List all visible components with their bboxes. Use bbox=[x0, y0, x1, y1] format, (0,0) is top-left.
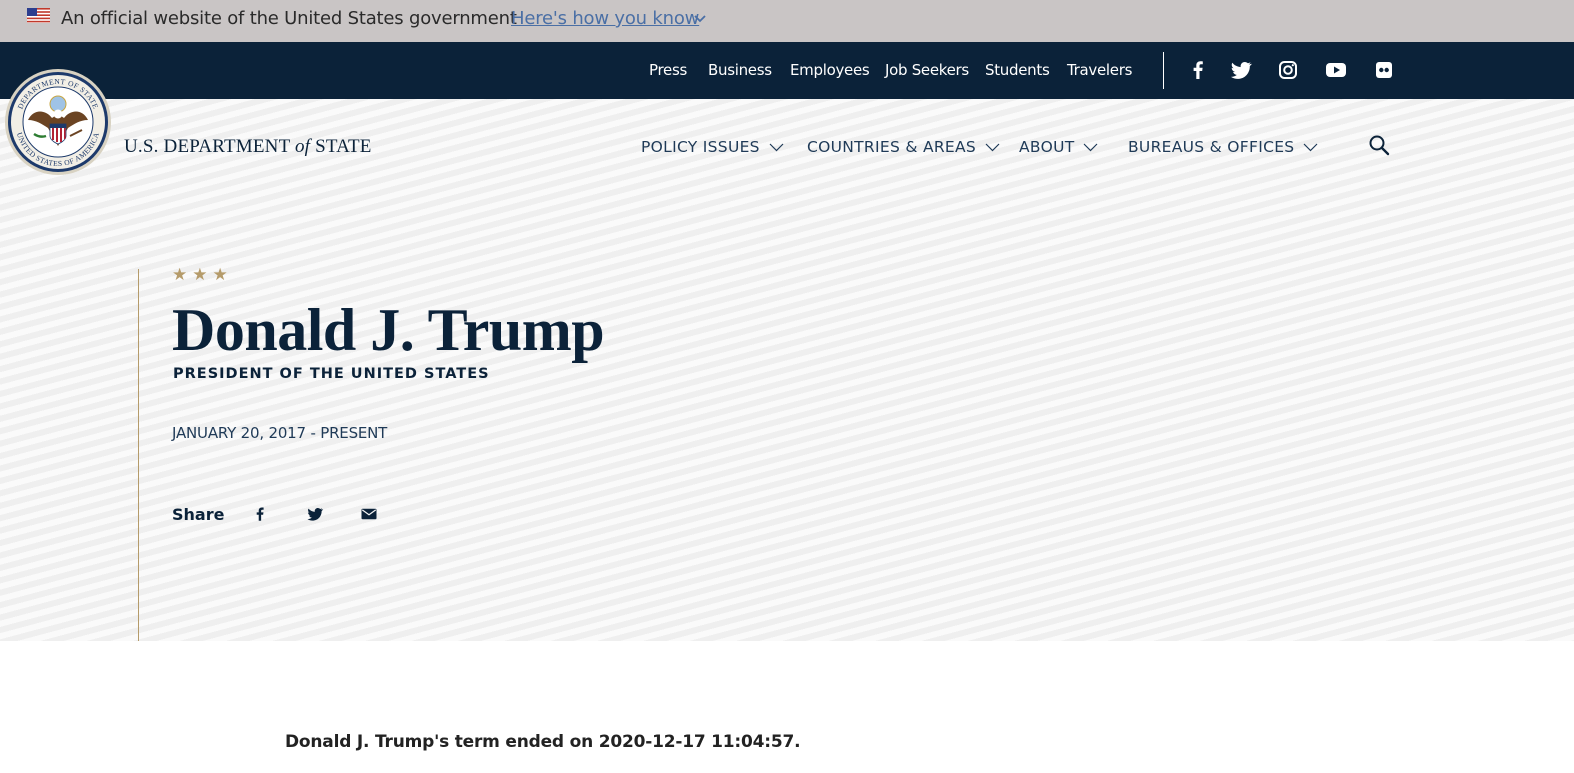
hero-accent-rule bbox=[138, 269, 139, 641]
utility-bar: Press Business Employees Job Seekers Stu… bbox=[0, 42, 1574, 99]
facebook-icon[interactable] bbox=[1186, 58, 1210, 82]
nav-label: POLICY ISSUES bbox=[641, 138, 760, 156]
page-subtitle: PRESIDENT OF THE UNITED STATES bbox=[173, 366, 490, 382]
chevron-down-icon bbox=[1084, 143, 1098, 152]
share-label: Share bbox=[172, 505, 225, 524]
wordmark-suffix: STATE bbox=[315, 136, 372, 157]
nav-countries-areas[interactable]: COUNTRIES & AREAS bbox=[807, 138, 1000, 156]
chevron-down-icon bbox=[1304, 143, 1318, 152]
email-icon[interactable] bbox=[360, 505, 378, 523]
utility-divider bbox=[1163, 52, 1164, 89]
department-wordmark[interactable]: U.S. DEPARTMENT of STATE bbox=[124, 136, 372, 158]
nav-label: ABOUT bbox=[1019, 138, 1075, 156]
flickr-icon[interactable] bbox=[1372, 58, 1396, 82]
nav-about[interactable]: ABOUT bbox=[1019, 138, 1098, 156]
term-ended-text: Donald J. Trump's term ended on 2020-12-… bbox=[285, 732, 801, 752]
wordmark-prefix: U.S. DEPARTMENT bbox=[124, 136, 291, 157]
utility-link-business[interactable]: Business bbox=[708, 61, 772, 79]
chevron-down-icon[interactable] bbox=[694, 14, 706, 23]
gov-banner: An official website of the United States… bbox=[0, 0, 1574, 42]
page-title: Donald J. Trump bbox=[172, 297, 605, 363]
search-icon[interactable] bbox=[1368, 134, 1390, 156]
utility-link-press[interactable]: Press bbox=[649, 61, 687, 79]
instagram-icon[interactable] bbox=[1276, 58, 1300, 82]
chevron-down-icon bbox=[985, 143, 1000, 152]
stars-decoration: ★★★ bbox=[172, 265, 233, 284]
utility-link-students[interactable]: Students bbox=[985, 61, 1050, 79]
utility-link-employees[interactable]: Employees bbox=[790, 61, 870, 79]
chevron-down-icon bbox=[769, 143, 784, 152]
heres-how-you-know-link[interactable]: Here's how you know bbox=[511, 8, 699, 29]
twitter-icon[interactable] bbox=[306, 505, 324, 523]
facebook-icon[interactable] bbox=[251, 505, 269, 523]
nav-label: COUNTRIES & AREAS bbox=[807, 138, 977, 156]
us-flag-icon bbox=[27, 8, 50, 23]
wordmark-of: of bbox=[294, 136, 311, 157]
term-dates: JANUARY 20, 2017 - PRESENT bbox=[172, 424, 388, 442]
nav-label: BUREAUS & OFFICES bbox=[1128, 138, 1295, 156]
twitter-icon[interactable] bbox=[1229, 58, 1253, 82]
department-seal-icon[interactable]: DEPARTMENT OF STATE UNITED STATES OF AME… bbox=[4, 68, 112, 176]
utility-link-travelers[interactable]: Travelers bbox=[1067, 61, 1132, 79]
utility-link-job-seekers[interactable]: Job Seekers bbox=[885, 61, 969, 79]
nav-policy-issues[interactable]: POLICY ISSUES bbox=[641, 138, 784, 156]
nav-bureaus-offices[interactable]: BUREAUS & OFFICES bbox=[1128, 138, 1318, 156]
gov-banner-text: An official website of the United States… bbox=[61, 8, 517, 29]
youtube-icon[interactable] bbox=[1324, 58, 1348, 82]
